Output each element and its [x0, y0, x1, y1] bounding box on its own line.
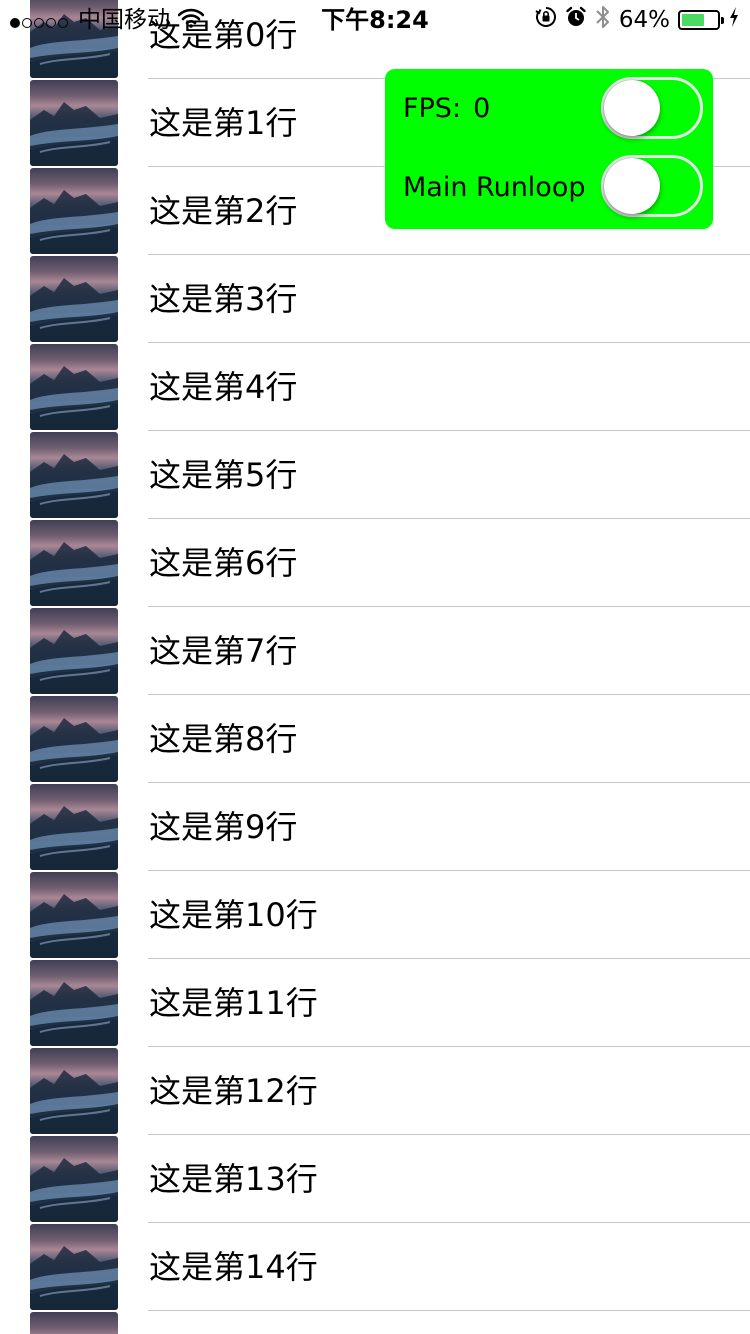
status-bar-right: 64% — [527, 5, 740, 35]
row-label: 这是第2行 — [149, 192, 298, 230]
row-label: 这是第5行 — [149, 456, 298, 494]
toggle-knob — [604, 80, 660, 136]
row-thumbnail-image — [30, 784, 118, 870]
row-thumbnail-image — [30, 1136, 118, 1222]
bluetooth-icon — [595, 5, 611, 35]
table-row[interactable]: 这是第11行 — [0, 959, 750, 1047]
row-thumbnail-image — [30, 168, 118, 254]
alarm-icon — [565, 6, 587, 34]
row-label: 这是第4行 — [149, 368, 298, 406]
row-label: 这是第11行 — [149, 984, 318, 1022]
fps-value: 0 — [473, 93, 491, 124]
battery-cap — [721, 17, 724, 24]
table-row[interactable]: 这是第5行 — [0, 431, 750, 519]
row-label: 这是第13行 — [149, 1160, 318, 1198]
row-thumbnail-image — [30, 1312, 118, 1334]
row-label: 这是第12行 — [149, 1072, 318, 1110]
toggle-knob — [604, 158, 660, 214]
table-row[interactable]: 这是第7行 — [0, 607, 750, 695]
table-row[interactable]: 这是第10行 — [0, 871, 750, 959]
fps-label: FPS: 0 — [403, 93, 491, 124]
performance-monitor-panel[interactable]: FPS: 0 Main Runloop — [385, 69, 713, 229]
row-thumbnail-image — [30, 608, 118, 694]
table-row[interactable]: 这是第14行 — [0, 1223, 750, 1311]
table-row[interactable]: 这是第9行 — [0, 783, 750, 871]
row-thumbnail-image — [30, 696, 118, 782]
fps-row: FPS: 0 — [385, 69, 713, 149]
table-row[interactable]: 这是第4行 — [0, 343, 750, 431]
row-label: 这是第8行 — [149, 720, 298, 758]
table-row[interactable] — [0, 1311, 750, 1334]
orientation-lock-icon — [535, 6, 557, 34]
row-thumbnail-image — [30, 960, 118, 1046]
row-thumbnail-image — [30, 80, 118, 166]
battery-icon — [678, 10, 724, 30]
row-label: 这是第9行 — [149, 808, 298, 846]
runloop-label: Main Runloop — [403, 172, 586, 203]
runloop-row: Main Runloop — [385, 149, 713, 229]
table-row[interactable]: 这是第8行 — [0, 695, 750, 783]
row-thumbnail-image — [30, 872, 118, 958]
charging-icon — [728, 6, 740, 34]
row-thumbnail-image — [30, 432, 118, 518]
battery-percent: 64% — [618, 7, 670, 33]
table-row[interactable]: 这是第6行 — [0, 519, 750, 607]
row-label: 这是第1行 — [149, 104, 298, 142]
row-thumbnail-image — [30, 1224, 118, 1310]
row-thumbnail-image — [30, 344, 118, 430]
runloop-toggle[interactable] — [601, 155, 703, 217]
row-label: 这是第14行 — [149, 1248, 318, 1286]
row-thumbnail-image — [30, 256, 118, 342]
row-thumbnail-image — [30, 520, 118, 606]
table-row[interactable]: 这是第3行 — [0, 255, 750, 343]
fps-toggle[interactable] — [601, 77, 703, 139]
row-label: 这是第7行 — [149, 632, 298, 670]
table-row[interactable]: 这是第13行 — [0, 1135, 750, 1223]
screen: 这是第0行 这是第1行 这是第2行 这是第3行 这是第4行 这是第5行 这是第6行 这是第7行… — [0, 0, 750, 1334]
battery-level-fill — [682, 14, 704, 26]
row-label: 这是第3行 — [149, 280, 298, 318]
row-label: 这是第10行 — [149, 896, 318, 934]
row-thumbnail-image — [30, 1048, 118, 1134]
status-bar: 中国移动 下午8:24 64% — [0, 0, 750, 40]
table-row[interactable]: 这是第12行 — [0, 1047, 750, 1135]
row-label: 这是第6行 — [149, 544, 298, 582]
